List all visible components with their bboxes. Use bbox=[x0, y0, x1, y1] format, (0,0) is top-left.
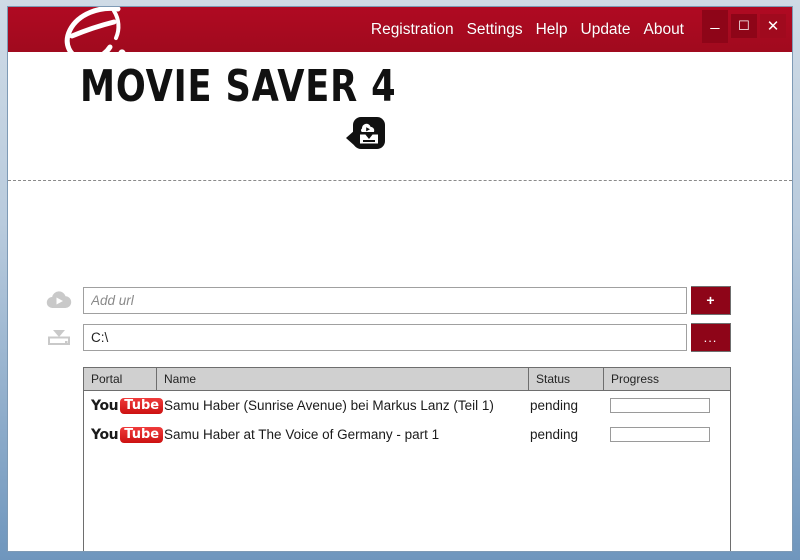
url-input[interactable] bbox=[83, 287, 687, 314]
youtube-logo-icon: YouTube bbox=[91, 397, 163, 414]
menu-item-help[interactable]: Help bbox=[536, 22, 568, 38]
cell-name: Samu Haber at The Voice of Germany - par… bbox=[157, 420, 529, 449]
column-header-status: Status bbox=[529, 368, 604, 390]
list-header-row: Portal Name Status Progress bbox=[84, 368, 730, 391]
browse-button[interactable]: ... bbox=[691, 323, 731, 352]
menu-item-about[interactable]: About bbox=[643, 22, 684, 38]
column-header-portal: Portal bbox=[84, 368, 157, 390]
add-url-button[interactable]: + bbox=[691, 286, 731, 315]
window-controls: _ ☐ ✕ bbox=[702, 14, 786, 38]
title-bar-menu: Registration Settings Help Update About bbox=[371, 7, 684, 52]
progress-bar bbox=[610, 398, 710, 413]
save-path-input[interactable] bbox=[83, 324, 687, 351]
page-title: MOVIE SAVER 4 bbox=[80, 64, 396, 110]
progress-bar bbox=[610, 427, 710, 442]
column-header-name: Name bbox=[157, 368, 529, 390]
close-button[interactable]: ✕ bbox=[760, 14, 786, 38]
cloud-download-icon bbox=[44, 287, 74, 313]
maximize-button[interactable]: ☐ bbox=[731, 14, 757, 38]
cell-name: Samu Haber (Sunrise Avenue) bei Markus L… bbox=[157, 391, 529, 420]
column-header-progress: Progress bbox=[604, 368, 730, 390]
save-to-folder-icon bbox=[44, 324, 74, 350]
cell-portal: YouTube bbox=[84, 391, 157, 420]
menu-item-settings[interactable]: Settings bbox=[467, 22, 523, 38]
table-row[interactable]: YouTube Samu Haber at The Voice of Germa… bbox=[84, 420, 730, 449]
cell-status: pending bbox=[529, 420, 604, 449]
app-header: MOVIE SAVER 4 bbox=[8, 52, 792, 137]
brand-e-logo-icon bbox=[56, 7, 146, 52]
cell-portal: YouTube bbox=[84, 420, 157, 449]
window-inner: Registration Settings Help Update About … bbox=[7, 6, 793, 552]
minimize-button[interactable]: _ bbox=[702, 10, 728, 43]
cell-progress bbox=[604, 420, 730, 449]
menu-item-registration[interactable]: Registration bbox=[371, 22, 454, 38]
title-bar: Registration Settings Help Update About … bbox=[8, 7, 792, 52]
header-divider bbox=[8, 180, 792, 181]
menu-item-update[interactable]: Update bbox=[581, 22, 631, 38]
table-row[interactable]: YouTube Samu Haber (Sunrise Avenue) bei … bbox=[84, 391, 730, 420]
movie-saver-app-icon bbox=[346, 116, 386, 154]
youtube-logo-icon: YouTube bbox=[91, 426, 163, 443]
cell-progress bbox=[604, 391, 730, 420]
download-list: Portal Name Status Progress YouTube Samu… bbox=[83, 367, 731, 552]
application-window: Registration Settings Help Update About … bbox=[0, 0, 800, 560]
cell-status: pending bbox=[529, 391, 604, 420]
